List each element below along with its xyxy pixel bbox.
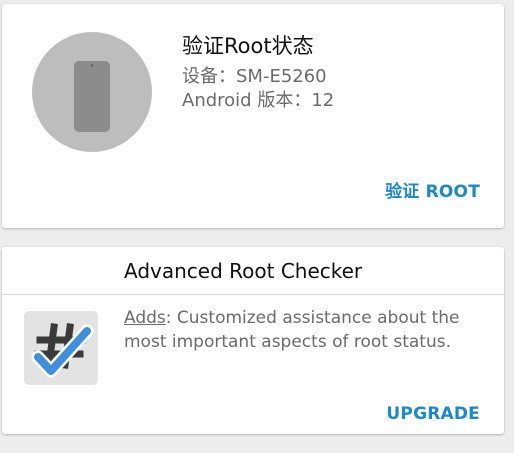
root-status-card: 验证Root状态 设备：SM-E5260 Android 版本：12 验证 RO… bbox=[2, 4, 504, 228]
device-label: 设备： bbox=[182, 66, 236, 87]
root-card-title: 验证Root状态 bbox=[182, 34, 314, 58]
promo-desc-lead[interactable]: Adds bbox=[124, 308, 166, 328]
android-version-value: 12 bbox=[311, 90, 335, 111]
device-model-line: 设备：SM-E5260 bbox=[182, 65, 327, 89]
promo-card: Advanced Root Checker Adds: Customized a… bbox=[2, 247, 504, 434]
phone-icon bbox=[74, 61, 110, 132]
verify-root-button[interactable]: 验证 ROOT bbox=[385, 181, 480, 203]
upgrade-button[interactable]: UPGRADE bbox=[386, 403, 480, 425]
promo-desc-text: : Customized assistance about the most i… bbox=[124, 308, 460, 352]
device-avatar bbox=[32, 32, 152, 152]
root-checker-hash-check-icon bbox=[31, 323, 94, 378]
promo-card-title: Advanced Root Checker bbox=[124, 259, 363, 283]
android-version-label: Android 版本： bbox=[182, 90, 312, 111]
device-model-value: SM-E5260 bbox=[236, 66, 327, 87]
promo-divider bbox=[2, 294, 504, 295]
android-version-line: Android 版本：12 bbox=[182, 89, 334, 113]
app-icon-tile bbox=[24, 311, 98, 385]
promo-description: Adds: Customized assistance about the mo… bbox=[124, 306, 484, 354]
